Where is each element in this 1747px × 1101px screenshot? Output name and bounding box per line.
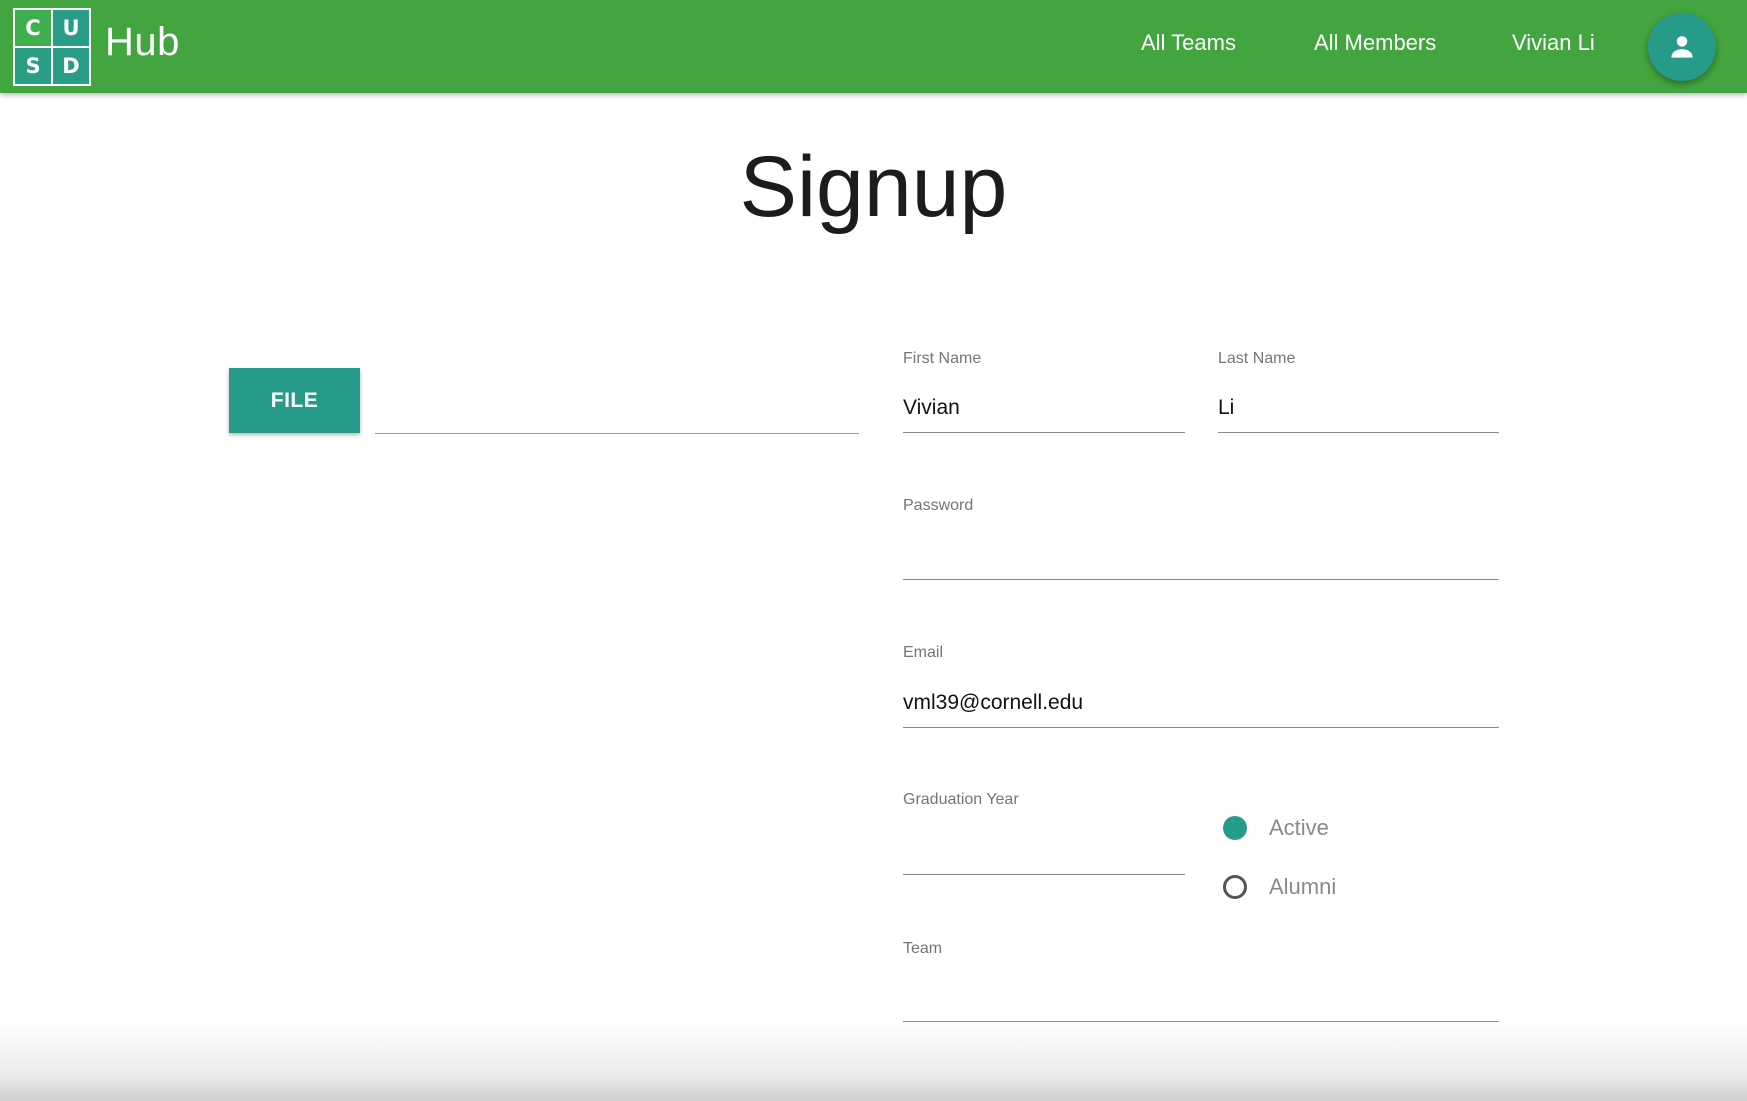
radio-unchecked-icon bbox=[1223, 875, 1247, 899]
team-input[interactable] bbox=[903, 973, 1499, 1022]
brand-name[interactable]: Hub bbox=[105, 20, 180, 65]
radio-active-label: Active bbox=[1269, 815, 1329, 840]
last-name-label: Last Name bbox=[1218, 350, 1296, 367]
nav-link-all-teams[interactable]: All Teams bbox=[1141, 30, 1236, 56]
first-name-label: First Name bbox=[903, 350, 982, 367]
file-path-input[interactable] bbox=[375, 395, 859, 434]
logo-letter-d: D bbox=[53, 48, 89, 84]
graduation-year-label: Graduation Year bbox=[903, 791, 1019, 808]
nav-link-user-profile[interactable]: Vivian Li bbox=[1512, 30, 1595, 56]
first-name-input[interactable] bbox=[903, 384, 1185, 433]
last-name-input[interactable] bbox=[1218, 384, 1499, 433]
radio-active[interactable]: Active bbox=[1223, 815, 1329, 841]
logo-letter-c: C bbox=[15, 10, 51, 46]
email-input[interactable] bbox=[903, 679, 1499, 728]
graduation-year-input[interactable] bbox=[903, 826, 1185, 875]
account-button[interactable] bbox=[1648, 13, 1716, 81]
nav-link-all-members[interactable]: All Members bbox=[1314, 30, 1436, 56]
radio-checked-icon bbox=[1223, 816, 1247, 840]
bottom-fade-shadow bbox=[0, 1020, 1747, 1101]
cusd-logo[interactable]: C U S D bbox=[13, 8, 91, 86]
radio-alumni[interactable]: Alumni bbox=[1223, 874, 1336, 900]
person-icon bbox=[1671, 36, 1693, 58]
logo-letter-u: U bbox=[53, 10, 89, 46]
top-navbar: C U S D Hub All Teams All Members Vivian… bbox=[0, 0, 1747, 93]
file-upload-button[interactable]: FILE bbox=[229, 368, 360, 433]
password-input[interactable] bbox=[903, 531, 1499, 580]
radio-alumni-label: Alumni bbox=[1269, 874, 1337, 899]
password-label: Password bbox=[903, 497, 974, 514]
team-label: Team bbox=[903, 940, 943, 957]
email-label: Email bbox=[903, 644, 944, 661]
page-title: Signup bbox=[739, 139, 1008, 235]
logo-letter-s: S bbox=[15, 48, 51, 84]
